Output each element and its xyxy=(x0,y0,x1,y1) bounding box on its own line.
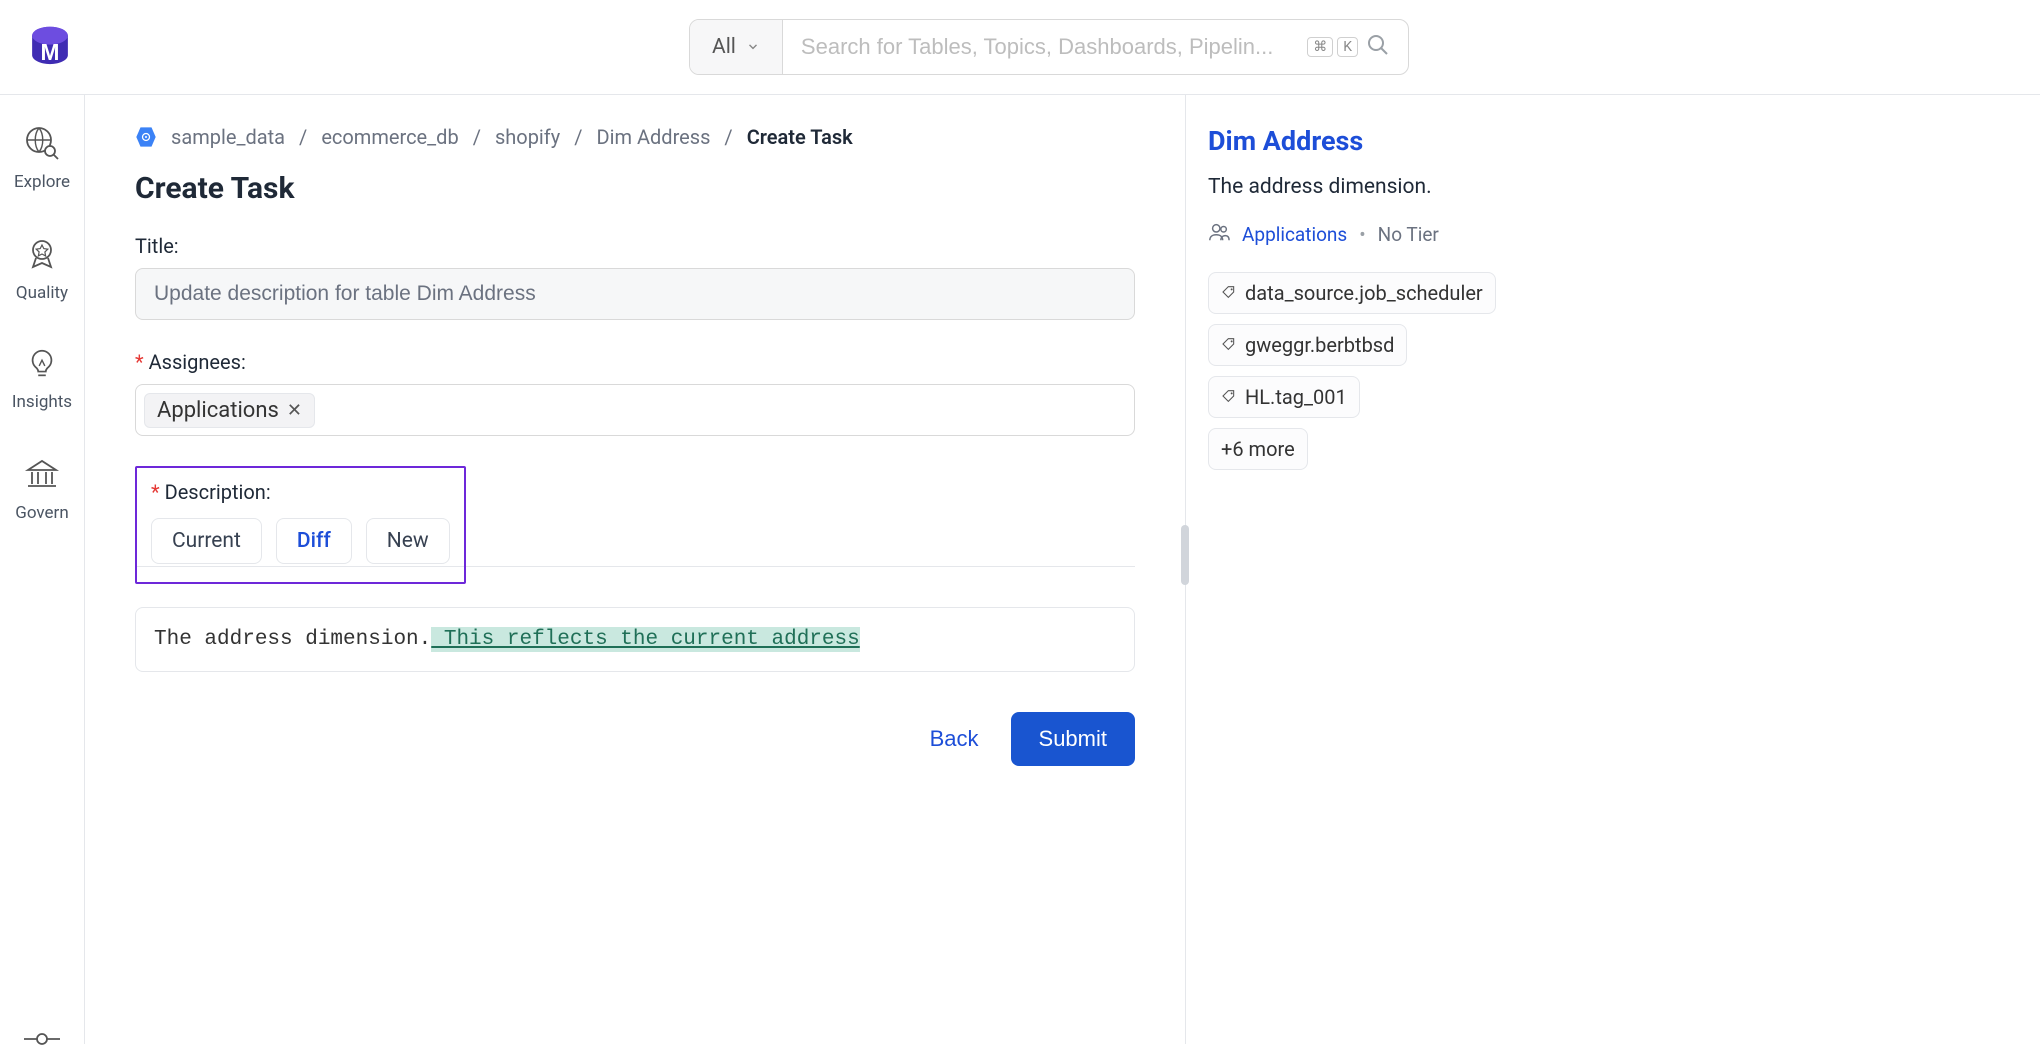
breadcrumb-sep: / xyxy=(299,125,307,149)
scrollbar-handle[interactable] xyxy=(1181,525,1189,585)
tag-pill[interactable]: data_source.job_scheduler xyxy=(1208,272,1496,314)
sidebar-item-insights[interactable]: Insights xyxy=(0,347,84,412)
tier-label: No Tier xyxy=(1378,223,1439,246)
assignee-chip-label: Applications xyxy=(157,398,279,423)
breadcrumb-item[interactable]: sample_data xyxy=(171,125,285,149)
diff-original-text: The address dimension. xyxy=(154,628,431,651)
search-input[interactable] xyxy=(783,20,1307,74)
sidebar-item-explore[interactable]: Explore xyxy=(0,125,84,192)
tag-pill[interactable]: HL.tag_001 xyxy=(1208,376,1360,418)
search-shortcut: ⌘ K xyxy=(1307,37,1358,57)
more-tags-button[interactable]: +6 more xyxy=(1208,428,1308,470)
submit-button[interactable]: Submit xyxy=(1011,712,1135,766)
tag-icon xyxy=(1221,385,1237,409)
breadcrumb-item[interactable]: ecommerce_db xyxy=(321,125,458,149)
breadcrumb-item[interactable]: Dim Address xyxy=(596,125,710,149)
owner-row: Applications • No Tier xyxy=(1208,221,1503,248)
breadcrumb-sep: / xyxy=(473,125,481,149)
users-icon xyxy=(1208,221,1230,248)
sidebar-label: Quality xyxy=(16,283,68,303)
main-content: sample_data / ecommerce_db / shopify / D… xyxy=(85,95,1185,1044)
entity-title[interactable]: Dim Address xyxy=(1208,125,1503,157)
description-tabs: Current Diff New xyxy=(151,518,450,564)
global-search: All ⌘ K xyxy=(689,19,1409,75)
kbd-key: K xyxy=(1337,37,1358,57)
govern-icon xyxy=(24,456,60,497)
search-icon[interactable] xyxy=(1366,33,1390,62)
sidebar-item-govern[interactable]: Govern xyxy=(0,456,84,523)
sidebar-label: Insights xyxy=(12,392,72,412)
breadcrumb: sample_data / ecommerce_db / shopify / D… xyxy=(135,125,1135,149)
kbd-meta: ⌘ xyxy=(1307,37,1333,57)
assignees-input[interactable]: Applications ✕ xyxy=(135,384,1135,436)
description-label: Description: xyxy=(151,480,450,504)
node-icon xyxy=(22,1029,62,1054)
tag-label: HL.tag_001 xyxy=(1245,385,1347,409)
diff-added-text: This reflects the current address xyxy=(431,627,859,652)
sidebar-item-quality[interactable]: Quality xyxy=(0,236,84,303)
entity-description: The address dimension. xyxy=(1208,175,1503,199)
search-category-dropdown[interactable]: All xyxy=(690,20,783,74)
title-label: Title: xyxy=(135,234,1135,258)
breadcrumb-sep: / xyxy=(724,125,732,149)
page-title: Create Task xyxy=(135,171,1135,206)
back-button[interactable]: Back xyxy=(930,726,979,752)
assignee-chip: Applications ✕ xyxy=(144,393,315,428)
search-category-label: All xyxy=(712,35,736,59)
breadcrumb-current: Create Task xyxy=(747,125,853,149)
service-icon xyxy=(135,126,157,148)
tag-icon xyxy=(1221,281,1237,305)
description-section-highlight: Description: Current Diff New xyxy=(135,466,466,584)
close-icon[interactable]: ✕ xyxy=(287,400,302,421)
title-input[interactable] xyxy=(135,268,1135,320)
tag-label: gweggr.berbtbsd xyxy=(1245,333,1394,357)
tags-section: data_source.job_scheduler gweggr.berbtbs… xyxy=(1208,272,1503,470)
sidebar-label: Explore xyxy=(14,172,70,192)
form-actions: Back Submit xyxy=(135,712,1135,766)
right-panel: Dim Address The address dimension. Appli… xyxy=(1185,95,1525,1044)
separator-dot: • xyxy=(1359,223,1365,246)
tag-icon xyxy=(1221,333,1237,357)
tag-pill[interactable]: gweggr.berbtbsd xyxy=(1208,324,1407,366)
badge-icon xyxy=(24,236,60,277)
sidebar-item-more[interactable] xyxy=(0,1029,84,1054)
logo-icon: M xyxy=(24,21,76,73)
owner-link[interactable]: Applications xyxy=(1242,223,1347,246)
tab-current[interactable]: Current xyxy=(151,518,262,564)
globe-search-icon xyxy=(24,125,60,166)
app-header: M All ⌘ K xyxy=(0,0,2040,95)
tab-diff[interactable]: Diff xyxy=(276,518,352,564)
tab-new[interactable]: New xyxy=(366,518,450,564)
diff-view: The address dimension. This reflects the… xyxy=(135,607,1135,672)
left-sidebar: Explore Quality Insights Govern xyxy=(0,95,85,1044)
bulb-icon xyxy=(25,347,59,386)
svg-text:M: M xyxy=(41,39,60,65)
app-logo: M xyxy=(22,19,78,75)
chevron-down-icon xyxy=(746,40,760,54)
tag-label: data_source.job_scheduler xyxy=(1245,281,1483,305)
breadcrumb-item[interactable]: shopify xyxy=(495,125,560,149)
breadcrumb-sep: / xyxy=(574,125,582,149)
assignees-label: Assignees: xyxy=(135,350,1135,374)
sidebar-label: Govern xyxy=(15,503,68,523)
